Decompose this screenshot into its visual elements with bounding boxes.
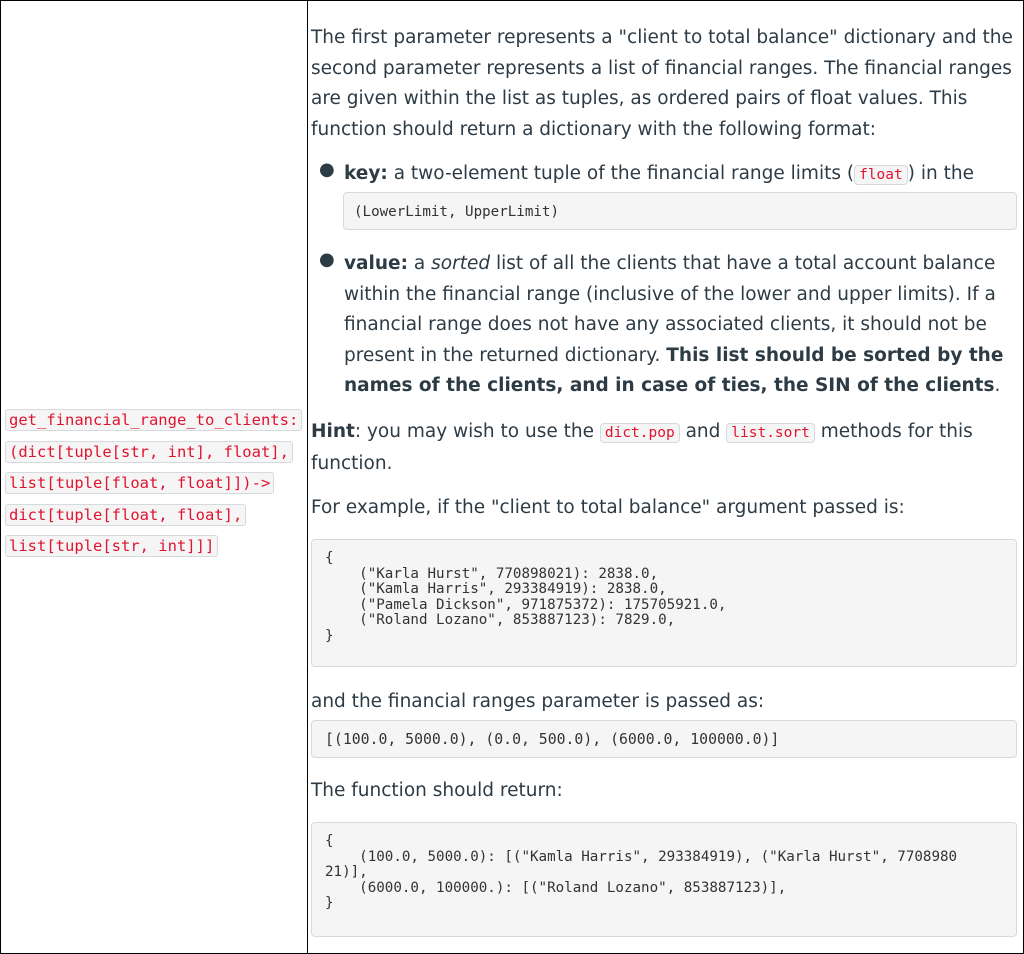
function-signature-cell: get_financial_range_to_clients: (dict[tu… (1, 1, 308, 953)
bullet-dot: ● (319, 249, 335, 270)
description-cell: The first parameter represents a "client… (308, 1, 1023, 953)
float-code: float (854, 165, 908, 185)
value-label: value: (344, 253, 409, 274)
bullet-dot: ● (319, 159, 335, 180)
key-format-code: (LowerLimit, UpperLimit) (343, 192, 1017, 230)
hint-paragraph: Hint: you may wish to use the dict.pop a… (311, 421, 973, 474)
signature-line: dict[tuple[float, float], (5, 503, 247, 526)
value-text: value: a sorted list of all the clients … (344, 253, 1004, 396)
list-sort-code: list.sort (726, 423, 815, 443)
function-signature: get_financial_range_to_clients: (dict[tu… (5, 405, 305, 563)
dict-pop-code: dict.pop (599, 423, 680, 443)
signature-line: (dict[tuple[str, int], float], (5, 440, 293, 463)
return-paragraph: The function should return: (311, 780, 563, 801)
signature-line: get_financial_range_to_clients: (5, 409, 303, 431)
value-bullet: ● value: a sorted list of all the client… (311, 249, 1017, 402)
ranges-paragraph: and the financial ranges parameter is pa… (311, 691, 765, 712)
intro-paragraph: The first parameter represents a "client… (311, 27, 1013, 140)
return-code-block: { (100.0, 5000.0): [("Kamla Harris", 293… (311, 822, 1017, 937)
example-code-block: { ("Karla Hurst", 770898021): 2838.0, ("… (311, 539, 1017, 667)
example-paragraph: For example, if the "client to total bal… (311, 497, 905, 518)
hint-label: Hint (311, 421, 355, 442)
ranges-code-block: [(100.0, 5000.0), (0.0, 500.0), (6000.0,… (311, 720, 1017, 758)
signature-line: list[tuple[float, float]])-> (5, 472, 275, 494)
key-label: key: (344, 163, 388, 184)
table-frame: get_financial_range_to_clients: (dict[tu… (0, 0, 1024, 954)
signature-line: list[tuple[str, int]]] (5, 535, 219, 557)
